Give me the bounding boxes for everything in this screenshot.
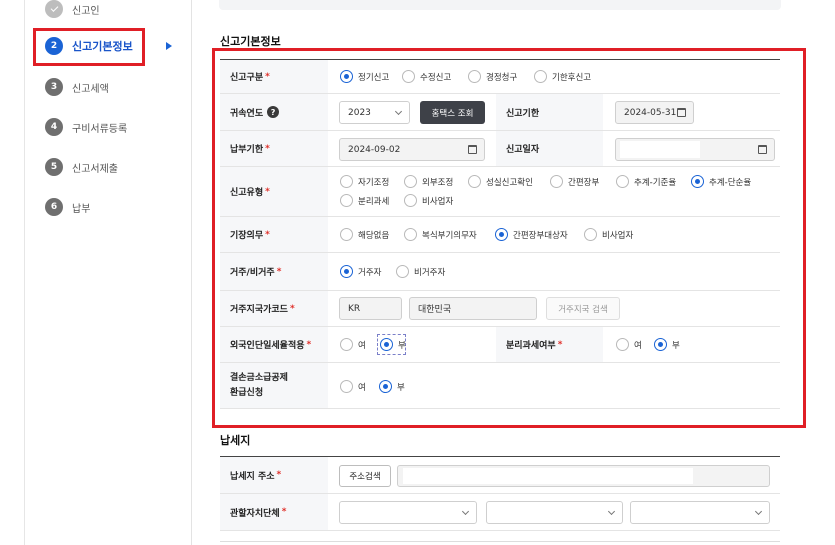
row-local-gov: 관할자치단체 *: [220, 494, 780, 531]
address-search-button[interactable]: 주소검색: [339, 465, 391, 487]
row-address: 납세지 주소 * 주소검색: [220, 457, 780, 494]
step-submit[interactable]: 5 신고서제출: [45, 158, 118, 176]
step-documents[interactable]: 4 구비서류등록: [45, 118, 127, 136]
local-gov-select-2[interactable]: [486, 501, 623, 524]
step-label: 구비서류등록: [72, 123, 128, 135]
label-address: 납세지 주소 *: [220, 457, 328, 493]
local-gov-select-3[interactable]: [630, 501, 770, 524]
previous-section-strip: [219, 0, 781, 10]
label-local-gov: 관할자치단체 *: [220, 494, 328, 530]
redacted-area: [403, 468, 693, 484]
current-step-arrow-icon: [166, 42, 172, 50]
section-title-tax-place: 납세지: [220, 434, 251, 447]
chevron-down-icon: [461, 507, 470, 515]
step-label: 신고세액: [72, 83, 109, 95]
tax-place-form: 납세지 주소 * 주소검색 관할자치단체 *: [220, 456, 780, 531]
sidebar-divider: [191, 0, 192, 545]
step-label: 신고인: [72, 5, 100, 17]
step-payment[interactable]: 6 납부: [45, 198, 90, 216]
chevron-down-icon: [607, 507, 616, 515]
step-label: 납부: [72, 203, 91, 215]
highlight-box-form: [212, 48, 806, 428]
highlight-box-step: [33, 28, 145, 66]
step-label: 신고서제출: [72, 163, 118, 175]
step-number: 5: [45, 158, 63, 176]
section-title-basic: 신고기본정보: [220, 35, 281, 48]
step-number: 6: [45, 198, 63, 216]
step-number: 3: [45, 78, 63, 96]
local-gov-select-1[interactable]: [339, 501, 477, 524]
step-tax-amount[interactable]: 3 신고세액: [45, 78, 109, 96]
step-number: 4: [45, 118, 63, 136]
step-sidebar: 신고인 2 신고기본정보 3 신고세액 4 구비서류등록 5 신고서제출 6 납…: [25, 0, 191, 545]
bottom-divider: [220, 541, 780, 542]
step-reporter[interactable]: 신고인: [45, 0, 100, 18]
chevron-down-icon: [754, 507, 763, 515]
check-icon: [45, 0, 63, 18]
